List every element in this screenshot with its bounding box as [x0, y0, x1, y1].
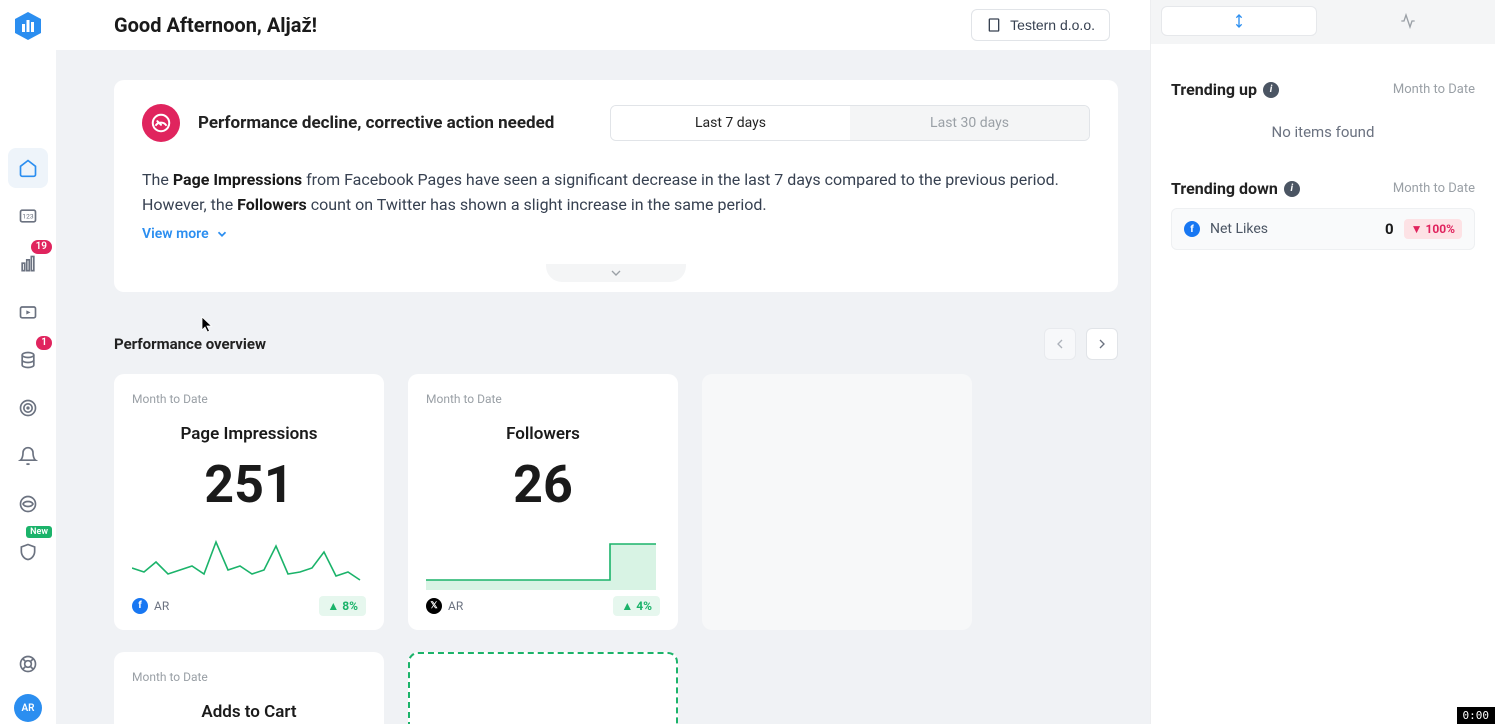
badge-count: 19: [31, 240, 52, 254]
view-more-link[interactable]: View more: [142, 226, 229, 242]
trend-label: Net Likes: [1210, 221, 1268, 237]
activity-icon: [1400, 13, 1416, 29]
greeting-text: Good Afternoon, Aljaž!: [114, 13, 317, 37]
prev-button[interactable]: [1044, 328, 1076, 360]
nav-video[interactable]: [8, 292, 48, 332]
placeholder-card: [702, 374, 972, 630]
card-source: 𝕏 AR: [426, 598, 463, 614]
company-selector[interactable]: Testern d.o.o.: [971, 9, 1110, 41]
nav-alerts[interactable]: [8, 436, 48, 476]
card-metric: Followers: [426, 424, 660, 444]
card-delta: ▲ 4%: [613, 596, 660, 616]
chevron-right-icon: [1094, 336, 1110, 352]
chevron-left-icon: [1052, 336, 1068, 352]
info-icon[interactable]: i: [1284, 181, 1300, 197]
trending-down-heading: Trending down i: [1171, 179, 1300, 198]
user-avatar[interactable]: AR: [14, 694, 42, 722]
card-period: Month to Date: [132, 392, 366, 406]
x-twitter-icon: 𝕏: [426, 598, 442, 614]
metric-card-page-impressions[interactable]: Month to Date Page Impressions 251 f AR …: [114, 374, 384, 630]
trend-value: 0: [1385, 220, 1394, 238]
gauge-icon: [142, 104, 180, 142]
nav-help[interactable]: [8, 644, 48, 684]
view-more-label: View more: [142, 226, 209, 242]
expand-handle[interactable]: [546, 264, 686, 282]
sort-icon: [1231, 13, 1247, 29]
nav-metrics[interactable]: 123: [8, 196, 48, 236]
tab-last-7-days[interactable]: Last 7 days: [611, 106, 850, 140]
right-panel: Trending up i Month to Date No items fou…: [1150, 0, 1495, 724]
add-metric-card[interactable]: [408, 652, 678, 724]
main-area: Good Afternoon, Aljaž! Testern d.o.o. Pe…: [56, 0, 1150, 724]
metric-card-followers[interactable]: Month to Date Followers 26 𝕏 AR ▲ 4%: [408, 374, 678, 630]
next-button[interactable]: [1086, 328, 1118, 360]
overview-title: Performance overview: [114, 335, 266, 353]
time-range-segmented: Last 7 days Last 30 days: [610, 105, 1090, 141]
chevron-down-icon: [215, 227, 229, 241]
tab-activity[interactable]: [1331, 6, 1485, 36]
nav-data[interactable]: 1: [8, 340, 48, 380]
card-value: 251: [132, 454, 366, 515]
app-logo[interactable]: [12, 10, 44, 42]
insight-title: Performance decline, corrective action n…: [198, 113, 554, 133]
card-delta: ▲ 8%: [319, 596, 366, 616]
building-icon: [986, 17, 1002, 33]
facebook-icon: f: [1184, 221, 1200, 237]
badge-count: 1: [36, 336, 52, 350]
main-header: Good Afternoon, Aljaž! Testern d.o.o.: [56, 0, 1150, 50]
insight-card: Performance decline, corrective action n…: [114, 80, 1118, 292]
nav-goals[interactable]: [8, 388, 48, 428]
trend-delta: ▼ 100%: [1404, 219, 1462, 239]
facebook-icon: f: [132, 598, 148, 614]
trend-period: Month to Date: [1393, 82, 1475, 97]
tab-last-30-days[interactable]: Last 30 days: [850, 106, 1089, 140]
nav-shield[interactable]: New: [8, 532, 48, 572]
badge-new: New: [26, 526, 52, 538]
nav-home[interactable]: [8, 148, 48, 188]
trending-up-heading: Trending up i: [1171, 80, 1279, 99]
nav-explore[interactable]: [8, 484, 48, 524]
card-metric: Adds to Cart: [132, 702, 366, 722]
trend-item-net-likes[interactable]: f Net Likes 0 ▼ 100%: [1171, 208, 1475, 250]
card-metric: Page Impressions: [132, 424, 366, 444]
tab-trends[interactable]: [1161, 6, 1317, 36]
card-source: f AR: [132, 598, 169, 614]
svg-text:123: 123: [22, 213, 33, 221]
insight-text: The Page Impressions from Facebook Pages…: [142, 168, 1090, 218]
metric-card-adds-to-cart[interactable]: Month to Date Adds to Cart: [114, 652, 384, 724]
card-value: 26: [426, 454, 660, 515]
chevron-down-icon: [608, 265, 624, 281]
company-name: Testern d.o.o.: [1010, 17, 1095, 33]
sparkline-chart: [132, 515, 366, 596]
sidebar: 123 19 1 New AR: [0, 0, 56, 724]
recording-timer: 0:00: [1457, 707, 1495, 724]
trend-period: Month to Date: [1393, 181, 1475, 196]
nav-reports[interactable]: 19: [8, 244, 48, 284]
info-icon[interactable]: i: [1263, 82, 1279, 98]
card-period: Month to Date: [426, 392, 660, 406]
card-period: Month to Date: [132, 670, 366, 684]
no-items-text: No items found: [1171, 109, 1475, 165]
right-tabs: [1151, 0, 1495, 44]
sparkline-chart: [426, 515, 660, 596]
